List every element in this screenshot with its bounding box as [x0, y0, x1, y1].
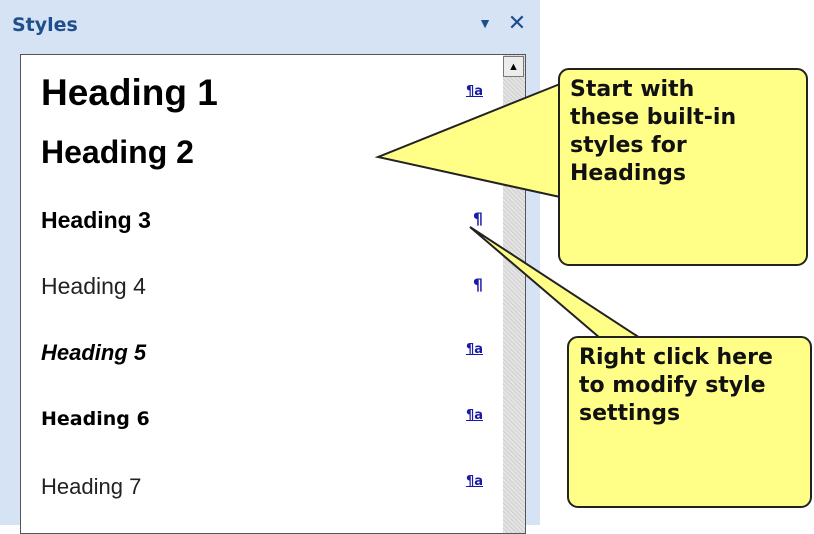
callout-line: styles for — [570, 133, 687, 159]
styles-pane: Styles ▼ ✕ Heading 1 ¶a Heading 2 Headin… — [0, 0, 540, 534]
pane-options-dropdown-icon[interactable]: ▼ — [474, 10, 496, 36]
close-pane-icon[interactable]: ✕ — [506, 10, 528, 36]
style-item-heading-7[interactable]: Heading 7 ¶a — [41, 474, 483, 500]
style-list: Heading 1 ¶a Heading 2 Heading 3 ¶ Headi… — [20, 54, 526, 534]
callout-line: settings — [579, 401, 681, 427]
styles-pane-header: Styles ▼ ✕ — [0, 0, 540, 44]
style-item-heading-1[interactable]: Heading 1 ¶a — [41, 72, 483, 114]
linked-style-icon[interactable]: ¶a — [466, 408, 483, 423]
style-item-heading-3[interactable]: Heading 3 ¶ — [41, 207, 483, 234]
callout-right-click-modify: Right click here to modify style setting… — [567, 336, 812, 508]
style-name: Heading 2 — [41, 134, 194, 170]
callout-line: Headings — [570, 161, 686, 187]
callout-built-in-styles: Start with these built-in styles for Hea… — [558, 68, 808, 266]
paragraph-style-icon[interactable]: ¶ — [473, 209, 483, 228]
style-item-heading-4[interactable]: Heading 4 ¶ — [41, 273, 483, 300]
style-name: Heading 4 — [41, 273, 146, 299]
callout-line: these built-in — [570, 105, 737, 131]
style-item-heading-6[interactable]: Heading 6 ¶a — [41, 408, 483, 430]
style-name: Heading 7 — [41, 474, 142, 499]
callout-line: to modify style — [579, 373, 766, 399]
callout-line: Right click here — [579, 345, 773, 370]
style-name: Heading 5 — [41, 340, 147, 365]
style-name: Heading 6 — [41, 408, 150, 430]
style-item-heading-2[interactable]: Heading 2 — [41, 134, 483, 171]
paragraph-style-icon[interactable]: ¶ — [473, 275, 483, 294]
style-name: Heading 1 — [41, 72, 218, 113]
linked-style-icon[interactable]: ¶a — [466, 342, 483, 357]
linked-style-icon[interactable]: ¶a — [466, 474, 483, 489]
callout-line: Start with — [570, 77, 695, 102]
pane-title: Styles — [12, 14, 78, 36]
style-name: Heading 3 — [41, 207, 151, 233]
scroll-up-arrow-icon[interactable]: ▲ — [503, 56, 524, 77]
vertical-scrollbar[interactable]: ▲ — [503, 55, 525, 533]
linked-style-icon[interactable]: ¶a — [466, 84, 483, 99]
style-item-heading-5[interactable]: Heading 5 ¶a — [41, 340, 483, 366]
